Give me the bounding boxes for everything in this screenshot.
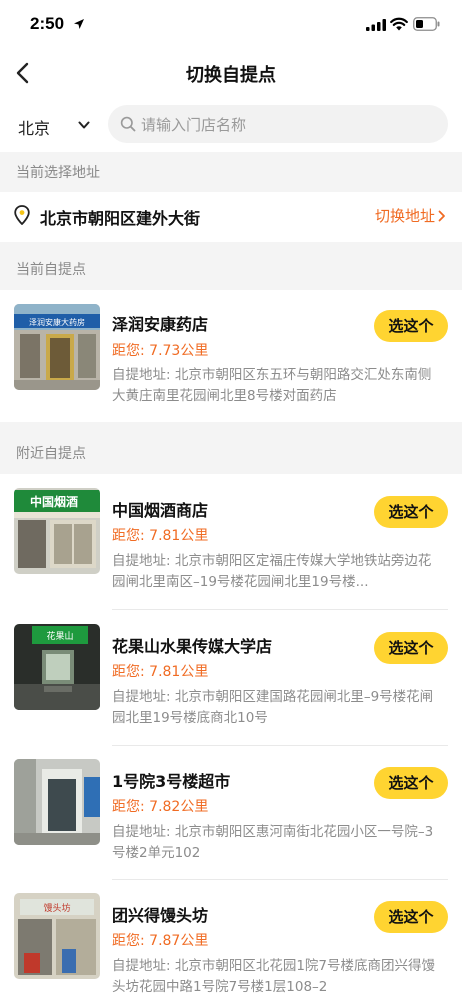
store-thumbnail[interactable]: 馒头坊	[14, 893, 100, 979]
shop-sign-text: 馒头坊	[43, 902, 70, 914]
switch-address-link[interactable]: 切换地址	[375, 205, 446, 226]
store-address: 自提地址: 北京市朝阳区北花园1院7号楼底商团兴得馒头坊花园中路1号院7号楼1层…	[112, 958, 436, 995]
chevron-down-icon	[78, 121, 90, 129]
store-card: 1号院3号楼超市 距您: 7.82公里 自提地址: 北京市朝阳区惠河南街北花园小…	[0, 746, 462, 880]
section-title: 当前选择地址	[16, 165, 100, 181]
nav-bar: 切换自提点	[0, 48, 462, 98]
current-address-text: 北京市朝阳区建外大街	[40, 209, 201, 228]
store-distance: 距您: 7.81公里	[112, 528, 209, 544]
store-card: 中国烟酒 中国烟酒商店 距您: 7.81公里 自提地址: 北京市朝阳区定福庄传媒…	[0, 474, 462, 610]
search-icon	[120, 116, 136, 132]
wifi-icon	[390, 17, 408, 31]
section-title: 附近自提点	[16, 446, 86, 462]
store-card: 泽润安康大药房 泽润安康药店 距您: 7.73公里 自提地址: 北京市朝阳区东五…	[0, 290, 462, 422]
store-name: 中国烟酒商店	[112, 501, 209, 520]
shop-sign-text: 花果山	[46, 630, 73, 642]
cellular-signal-icon	[366, 19, 386, 31]
current-address-row: 北京市朝阳区建外大街 切换地址	[0, 192, 462, 242]
store-name: 泽润安康药店	[112, 315, 209, 334]
shop-sign-text: 泽润安康大药房	[29, 317, 85, 327]
store-thumbnail[interactable]: 中国烟酒	[14, 488, 100, 574]
city-label: 北京	[18, 119, 51, 138]
store-thumbnail[interactable]: 泽润安康大药房	[14, 304, 100, 390]
location-pin-icon	[14, 205, 30, 225]
select-store-button[interactable]: 选这个	[374, 767, 448, 799]
status-time: 2:50	[30, 14, 65, 33]
store-address: 自提地址: 北京市朝阳区东五环与朝阳路交汇处东南侧大黄庄南里花园闸北里8号楼对面…	[112, 367, 432, 404]
select-store-button[interactable]: 选这个	[374, 496, 448, 528]
store-address: 自提地址: 北京市朝阳区建国路花园闸北里–9号楼花闸园北里19号楼底商北10号	[112, 689, 434, 726]
store-address: 自提地址: 北京市朝阳区定福庄传媒大学地铁站旁边花园闸北里南区–19号楼花园闸北…	[112, 553, 432, 590]
store-thumbnail[interactable]: 花果山	[14, 624, 100, 710]
switch-address-label: 切换地址	[374, 207, 435, 225]
select-store-button[interactable]: 选这个	[374, 901, 448, 933]
page-title: 切换自提点	[186, 65, 276, 86]
location-arrow-icon	[74, 19, 84, 29]
city-selector[interactable]: 北京	[16, 110, 96, 142]
section-title: 当前自提点	[16, 262, 86, 278]
select-store-button[interactable]: 选这个	[374, 632, 448, 664]
select-store-button[interactable]: 选这个	[374, 310, 448, 342]
store-address: 自提地址: 北京市朝阳区惠河南街北花园小区一号院–3号楼2单元102	[112, 824, 434, 861]
store-name: 团兴得馒头坊	[112, 906, 209, 925]
store-distance: 距您: 7.87公里	[112, 933, 209, 949]
store-thumbnail[interactable]	[14, 759, 100, 845]
store-card: 花果山 花果山水果传媒大学店 距您: 7.81公里 自提地址: 北京市朝阳区建国…	[0, 610, 462, 746]
shop-sign-text: 中国烟酒	[30, 494, 78, 509]
status-bar: 2:50	[0, 0, 462, 48]
search-placeholder: 请输入门店名称	[141, 116, 247, 134]
store-distance: 距您: 7.82公里	[112, 799, 209, 815]
store-card: 馒头坊 团兴得馒头坊 距您: 7.87公里 自提地址: 北京市朝阳区北花园1院7…	[0, 880, 462, 1000]
chevron-right-icon	[438, 210, 445, 222]
store-search-input[interactable]: 请输入门店名称	[108, 105, 448, 143]
store-name: 花果山水果传媒大学店	[112, 637, 273, 656]
store-name: 1号院3号楼超市	[112, 772, 231, 791]
section-current-address: 当前选择地址	[0, 152, 462, 192]
section-nearby-pickup: 附近自提点	[0, 422, 462, 474]
search-row: 北京 请输入门店名称	[0, 100, 462, 152]
battery-icon	[413, 17, 440, 31]
store-distance: 距您: 7.73公里	[112, 343, 209, 359]
store-distance: 距您: 7.81公里	[112, 664, 209, 680]
section-current-pickup: 当前自提点	[0, 242, 462, 290]
